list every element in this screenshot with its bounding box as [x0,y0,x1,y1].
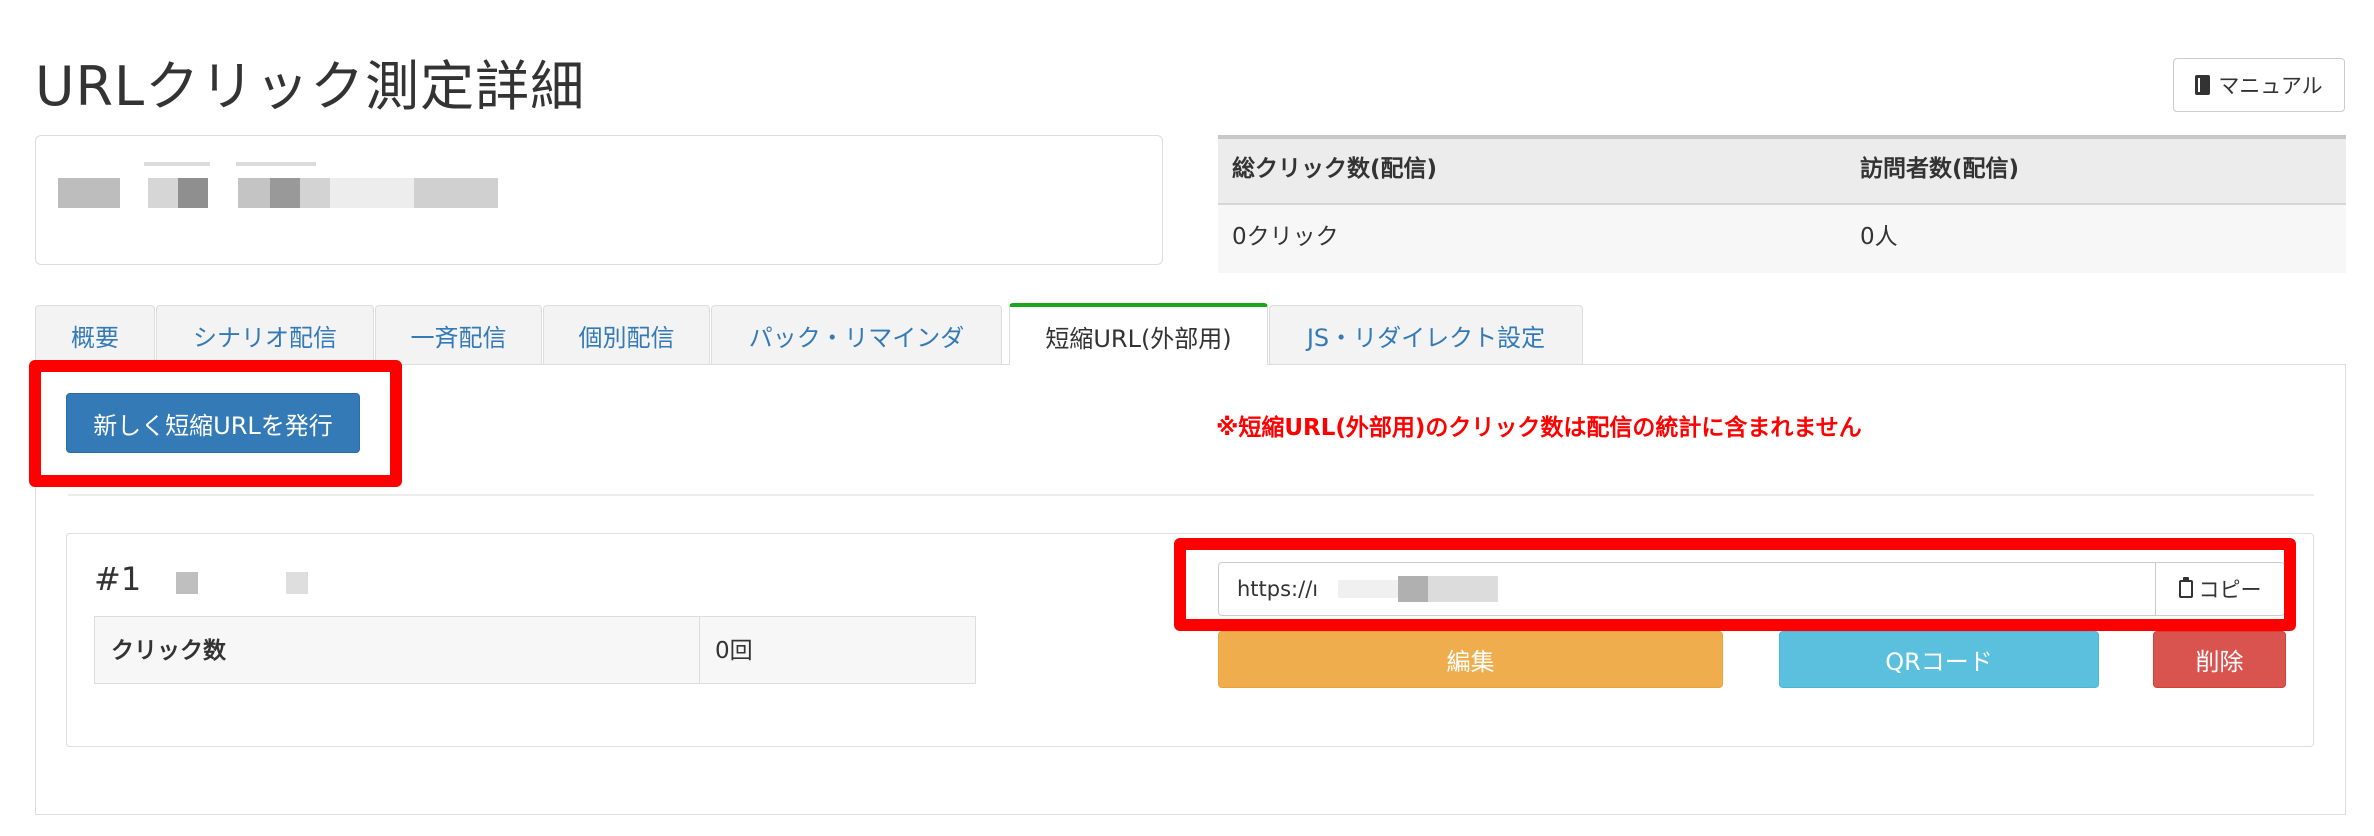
tab-bar: 概要 シナリオ配信 一斉配信 個別配信 パック・リマインダ 短縮URL(外部用)… [35,303,2346,365]
notice-text: ※短縮URL(外部用)のクリック数は配信の統計に含まれません [1216,415,1862,441]
redacted-content [270,178,300,208]
edit-button[interactable]: 編集 [1218,631,1723,688]
visitors-value: 0人 [1860,224,1898,250]
delete-button[interactable]: 削除 [2153,631,2286,688]
manual-button[interactable]: マニュアル [2173,58,2345,112]
redacted-content [330,178,414,208]
info-box [35,135,1163,265]
qr-code-button[interactable]: QRコード [1779,631,2099,688]
visitors-header: 訪問者数(配信) [1860,156,2020,182]
page-title: URLクリック測定詳細 [35,55,586,118]
redacted-content [238,178,270,208]
stats-table: 総クリック数(配信) 訪問者数(配信) 0クリック 0人 [1218,135,2346,273]
tab-short-url[interactable]: 短縮URL(外部用) [1009,303,1268,365]
tab-overview[interactable]: 概要 [35,305,155,365]
manual-label: マニュアル [2218,74,2323,98]
redacted-content [144,162,210,166]
book-icon [2195,75,2211,95]
click-count-table: クリック数 0回 [94,616,976,684]
tab-scenario[interactable]: シナリオ配信 [156,305,374,365]
redacted-content [286,572,308,594]
tab-individual[interactable]: 個別配信 [543,305,710,365]
redacted-content [300,178,330,208]
redacted-content [414,178,498,208]
tab-js-redirect[interactable]: JS・リダイレクト設定 [1269,305,1583,365]
highlight-box [1174,538,2296,631]
redacted-content [178,178,208,208]
url-number: #1 [94,560,142,598]
tab-pack-reminder[interactable]: パック・リマインダ [711,305,1002,365]
tab-broadcast[interactable]: 一斉配信 [375,305,542,365]
redacted-content [236,162,316,166]
total-clicks-header: 総クリック数(配信) [1232,156,1438,182]
click-count-label: クリック数 [111,638,226,664]
click-count-value: 0回 [715,638,753,664]
divider [68,494,2314,496]
highlight-box [29,360,402,487]
redacted-content [176,572,198,594]
redacted-content [148,178,178,208]
redacted-content [58,178,120,208]
total-clicks-value: 0クリック [1232,224,1339,250]
